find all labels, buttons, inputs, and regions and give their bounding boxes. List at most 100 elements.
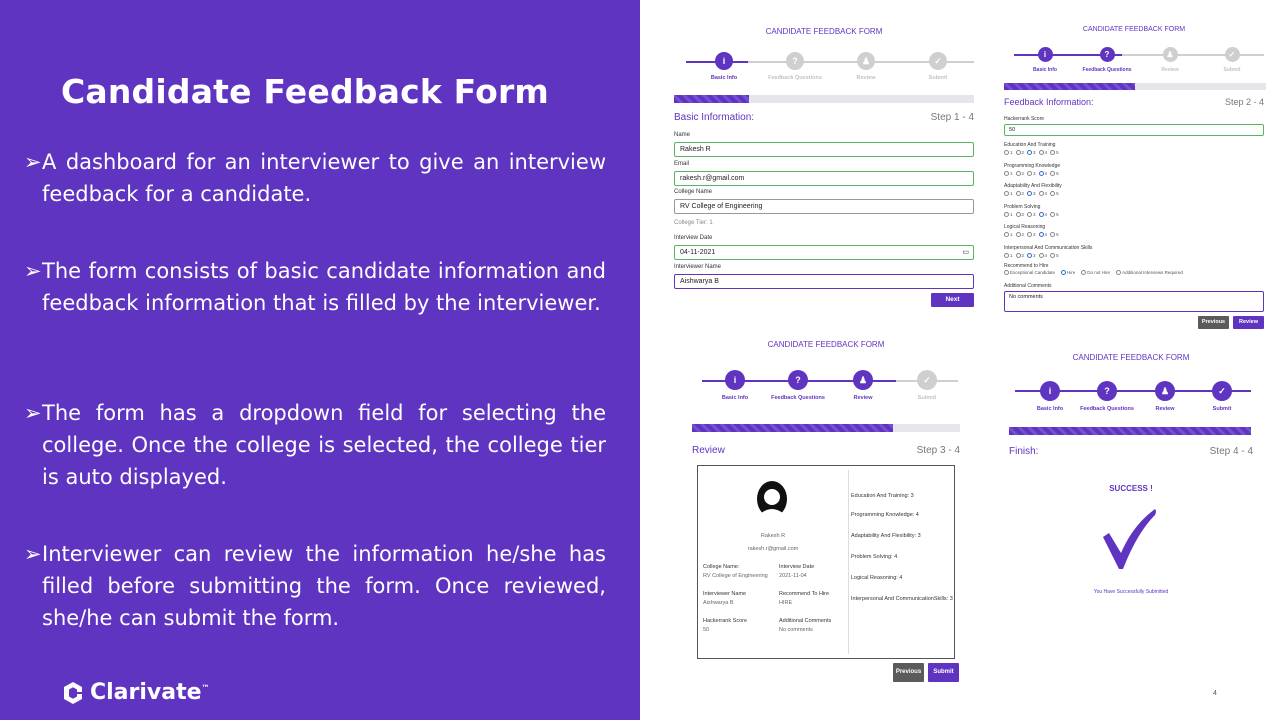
form-title: CANDIDATE FEEDBACK FORM: [1072, 353, 1190, 362]
rating-radio[interactable]: 2: [1015, 150, 1024, 155]
review-button[interactable]: Review: [1233, 316, 1264, 329]
rating-radio[interactable]: 2: [1015, 211, 1024, 217]
info-icon: i: [725, 370, 745, 390]
rating-radio[interactable]: 4: [1038, 191, 1048, 196]
submit-button[interactable]: Submit: [928, 663, 959, 682]
check-icon: ✓: [917, 370, 937, 390]
progress-fill: [674, 95, 749, 103]
step-feedback-questions[interactable]: ? Feedback Questions: [1078, 381, 1136, 412]
email-label: Email: [674, 161, 690, 167]
rating-radio[interactable]: 5: [1050, 211, 1059, 217]
section-heading: Review: [692, 445, 725, 456]
description-panel: Candidate Feedback Form ➢ A dashboard fo…: [0, 0, 640, 720]
rating-radio[interactable]: 1: [1004, 252, 1013, 258]
rating-radio[interactable]: 5: [1050, 232, 1059, 237]
radio-circle-icon: [1050, 170, 1056, 176]
rating-radio[interactable]: 4: [1038, 170, 1048, 176]
radio-circle-icon: [1015, 170, 1021, 176]
question-icon: ?: [788, 370, 808, 390]
step-review[interactable]: ♟ Review: [846, 52, 886, 81]
rating-radio[interactable]: 5: [1050, 191, 1059, 196]
basic-info-screenshot: CANDIDATE FEEDBACK FORM i Basic Info ? Fee…: [672, 20, 976, 320]
step-submit[interactable]: ✓ Submit: [1212, 47, 1252, 73]
step-review[interactable]: ♟ Review: [1145, 381, 1185, 412]
step-basic-info[interactable]: i Basic Info: [704, 52, 744, 81]
rating-option-label: 4: [1044, 170, 1048, 176]
info-icon: i: [1037, 47, 1053, 62]
step-feedback-questions[interactable]: ? Feedback Questions: [1078, 47, 1136, 73]
clarivate-logo-icon: [64, 681, 82, 704]
step-submit[interactable]: ✓ Submit: [918, 52, 958, 81]
rating-radio[interactable]: 5: [1050, 150, 1059, 155]
rating-radio[interactable]: 3: [1027, 232, 1036, 237]
arrow-bullet-icon: ➢: [24, 401, 42, 425]
recommend-radio[interactable]: Additional Interviews Required: [1116, 270, 1183, 275]
arrow-bullet-icon: ➢: [24, 150, 42, 174]
rating-radio[interactable]: 1: [1004, 150, 1013, 155]
progress-bar: [1009, 427, 1251, 435]
interview-date-field[interactable]: 04-11-2021 ▭: [674, 245, 974, 260]
recommend-radio[interactable]: Do not Hire: [1081, 270, 1110, 275]
rating-radio[interactable]: 4: [1038, 232, 1048, 237]
rating-radio[interactable]: 1: [1004, 170, 1013, 176]
rating-radio[interactable]: 2: [1015, 191, 1024, 196]
step-feedback-questions[interactable]: ? Feedback Questions: [769, 370, 827, 401]
rating-radio[interactable]: 1: [1004, 211, 1013, 217]
rating-summary: Logical Reasoning: 4: [851, 575, 903, 581]
name-field[interactable]: Rakesh R: [674, 142, 974, 157]
rating-radio[interactable]: 4: [1038, 150, 1047, 155]
form-title: CANDIDATE FEEDBACK FORM: [1082, 26, 1186, 33]
college-select[interactable]: RV College of Engineering: [674, 199, 974, 214]
radio-circle-icon: [1027, 252, 1033, 258]
date-value: 2021-11-04: [779, 573, 807, 579]
rating-radio[interactable]: 3: [1027, 170, 1036, 176]
rating-option-label: 4: [1044, 191, 1048, 196]
rating-radio[interactable]: 3: [1027, 191, 1036, 196]
recommend-radio[interactable]: Hire: [1061, 270, 1075, 275]
rating-option-label: 4: [1044, 211, 1048, 217]
radio-circle-icon: [1050, 150, 1056, 155]
rating-radio-group: 1 2 3 4 5: [1004, 150, 1059, 155]
step-basic-info[interactable]: i Basic Info: [1030, 381, 1070, 412]
previous-button[interactable]: Previous: [893, 663, 924, 682]
rating-radio[interactable]: 4: [1038, 211, 1048, 217]
radio-circle-icon: [1027, 232, 1033, 237]
rating-radio[interactable]: 1: [1004, 191, 1013, 196]
step-basic-info[interactable]: i Basic Info: [1025, 47, 1065, 73]
college-label: College Name:: [703, 564, 740, 570]
person-icon: ♟: [857, 52, 875, 70]
rating-radio[interactable]: 3: [1027, 252, 1036, 258]
next-button[interactable]: Next: [931, 293, 974, 307]
interviewer-field[interactable]: Aishwarya B: [674, 274, 974, 289]
rating-radio[interactable]: 3: [1027, 150, 1036, 155]
step-submit[interactable]: ✓ Submit: [1202, 381, 1242, 412]
question-label: Programming Knowledge: [1004, 162, 1061, 169]
rating-option-label: 4: [1044, 232, 1048, 237]
comments-field[interactable]: No comments: [1004, 291, 1264, 312]
rating-radio[interactable]: 2: [1015, 232, 1024, 237]
step-review[interactable]: ♟ Review: [1150, 47, 1190, 73]
email-field[interactable]: rakesh.r@gmail.com: [674, 171, 974, 186]
rating-radio-group: 1 2 3 4 5: [1004, 191, 1059, 196]
clarivate-logo: Clarivate™: [62, 680, 210, 705]
recommend-radio[interactable]: Exceptional Candidate: [1004, 270, 1055, 275]
rating-radio[interactable]: 2: [1015, 170, 1024, 176]
radio-circle-icon: [1038, 252, 1044, 258]
rating-radio[interactable]: 5: [1050, 170, 1059, 176]
step-feedback-questions[interactable]: ? Feedback Questions: [765, 52, 825, 81]
rating-radio[interactable]: 1: [1004, 232, 1013, 237]
radio-circle-icon: [1050, 252, 1056, 258]
step-review[interactable]: ♟ Review: [843, 370, 883, 401]
hackerrank-score-field[interactable]: 50: [1004, 124, 1264, 136]
rating-radio[interactable]: 4: [1038, 252, 1047, 258]
step-submit[interactable]: ✓ Submit: [907, 370, 947, 401]
rating-radio[interactable]: 2: [1015, 252, 1024, 258]
rating-radio[interactable]: 5: [1050, 252, 1059, 258]
calendar-icon[interactable]: ▭: [962, 248, 969, 256]
rating-summary: Programming Knowledge: 4: [851, 512, 919, 518]
rating-radio[interactable]: 3: [1027, 211, 1036, 217]
previous-button[interactable]: Previous: [1198, 316, 1229, 329]
radio-circle-icon: [1027, 170, 1033, 176]
interviewer-value: Aishwarya B: [703, 600, 734, 606]
step-basic-info[interactable]: i Basic Info: [715, 370, 755, 401]
